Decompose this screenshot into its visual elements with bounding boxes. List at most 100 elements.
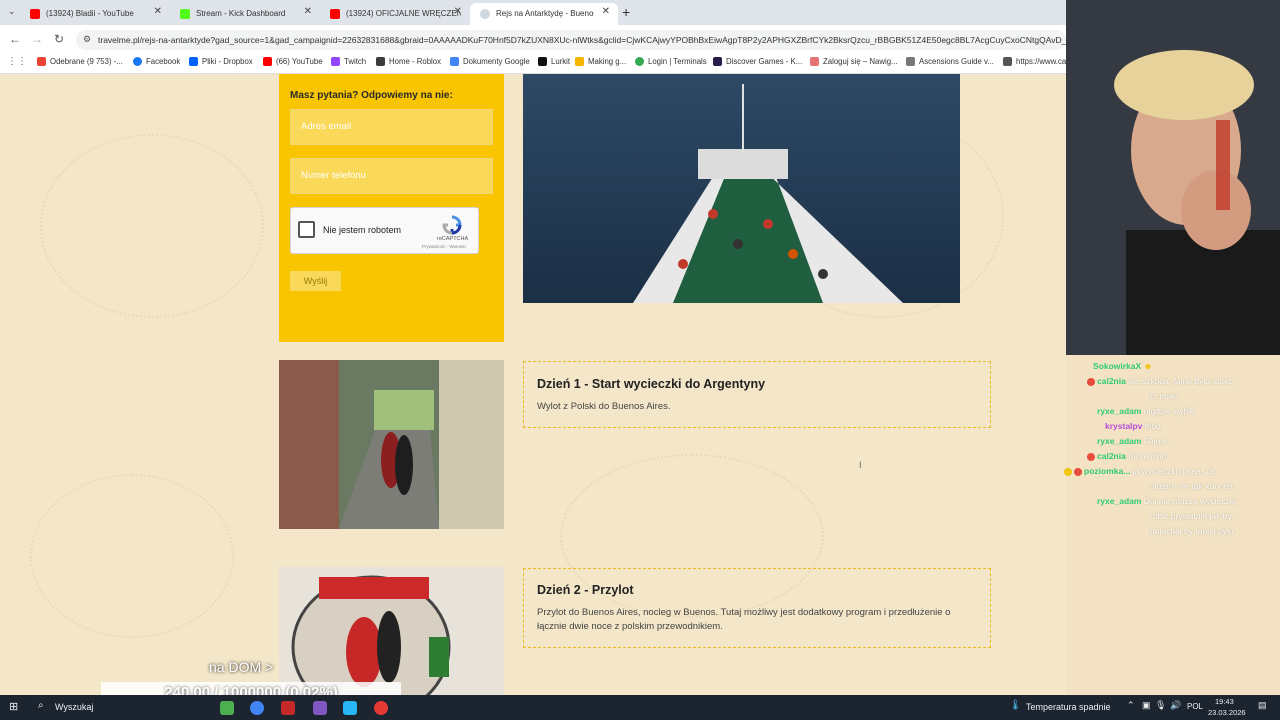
phone-field[interactable]: Numer telefonu	[290, 158, 493, 194]
tab-kick-dashboard[interactable]: Stream - Kick Dashboard ✕	[170, 3, 320, 25]
bookmark-google-docs[interactable]: Dokumenty Google	[450, 57, 530, 66]
tray-icon[interactable]: ▣	[1142, 700, 1151, 711]
bookmark-nawigacja[interactable]: Zaloguj się – Nawig...	[810, 57, 898, 66]
tab-youtube-oficjalne[interactable]: (13924) OFICJALNE WRĘCZENIE ✕	[320, 3, 470, 25]
bookmark-facebook[interactable]: Facebook	[133, 57, 180, 66]
recaptcha-icon	[442, 215, 462, 235]
language-indicator[interactable]: POL	[1187, 702, 1203, 711]
emote-icon: ☻	[1143, 361, 1153, 371]
recaptcha-terms-link[interactable]: Prywatność - Warunki	[422, 244, 466, 249]
chat-message: krystalpv elbo	[1105, 421, 1161, 431]
clock-time[interactable]: 19:43	[1215, 697, 1234, 706]
volume-icon[interactable]: 🔊	[1170, 700, 1181, 711]
docs-icon	[450, 57, 459, 66]
app-icon[interactable]	[313, 701, 327, 715]
tray-chevron-icon[interactable]: ⌃	[1127, 700, 1135, 711]
bookmark-dropbox[interactable]: Pliki - Dropbox	[189, 57, 253, 66]
bookmark-label: Dokumenty Google	[463, 57, 530, 66]
weather-text[interactable]: Temperatura spadnie	[1026, 702, 1111, 712]
chat-message: poziomka... ja wycieczki na są, że	[1064, 466, 1214, 476]
site-settings-icon[interactable]: ⚙	[83, 34, 91, 45]
bookmark-label: Zaloguj się – Nawig...	[823, 57, 898, 66]
bookmark-terminals[interactable]: Login | Terminals	[635, 57, 707, 66]
back-icon[interactable]: ←	[9, 32, 21, 46]
map-decoration	[30, 474, 234, 638]
mosaic-photo	[279, 567, 504, 695]
forward-icon[interactable]: →	[31, 32, 43, 46]
close-icon[interactable]: ✕	[602, 3, 610, 21]
bookmark-making[interactable]: Making g...	[575, 57, 626, 66]
chat-text: pojechał by taniej było	[1150, 526, 1234, 536]
youtube-icon	[263, 57, 272, 66]
roblox-icon	[376, 57, 385, 66]
chat-message: ryxe_adam Dni nie muszą wycieczki	[1097, 496, 1236, 506]
bookmark-roblox[interactable]: Home - Roblox	[376, 57, 441, 66]
youtube-icon	[330, 9, 340, 19]
badge-icon	[1087, 452, 1095, 461]
kick-icon	[180, 9, 190, 19]
bookmark-label: Odebrane (9 753) -...	[50, 57, 123, 66]
reload-icon[interactable]: ↻	[54, 32, 64, 46]
app-icon[interactable]	[343, 701, 357, 715]
facebook-icon	[133, 57, 142, 66]
file-explorer-icon[interactable]	[220, 701, 234, 715]
close-icon[interactable]: ✕	[304, 3, 312, 21]
email-placeholder: Adres email	[301, 121, 352, 132]
chat-text: Dni nie muszą wycieczki	[1143, 496, 1236, 506]
map-decoration	[40, 134, 264, 318]
apps-grid-icon[interactable]: ⋮⋮	[7, 56, 27, 67]
chat-text: robić prywatnie jak by	[1150, 511, 1232, 521]
tab-youtube-bladii[interactable]: (13924) Bladii - YouTube ✕	[20, 3, 170, 25]
bookmark-ascensions[interactable]: Ascensions Guide v...	[906, 57, 994, 66]
badge-icon	[1087, 377, 1095, 386]
send-button[interactable]: Wyślij	[290, 271, 341, 291]
chat-username: cal2nia	[1097, 451, 1126, 461]
clock-date[interactable]: 23.03.2026	[1208, 708, 1246, 717]
search-icon[interactable]: ⌕	[38, 700, 44, 711]
chrome-icon[interactable]	[250, 701, 264, 715]
link-icon	[1003, 57, 1012, 66]
chat-username: SokowirkaX	[1093, 361, 1142, 371]
bookmark-label: https://www.ca...	[1016, 57, 1073, 66]
recaptcha-label: Nie jestem robotem	[323, 225, 402, 235]
obs-icon[interactable]	[374, 701, 388, 715]
bookmark-twitch[interactable]: Twitch	[331, 57, 366, 66]
new-tab-button[interactable]: +	[622, 4, 630, 20]
windows-start-icon[interactable]: ⊞	[9, 700, 18, 713]
taskbar-search[interactable]: Wyszukaj	[55, 702, 93, 712]
kinguin-icon	[713, 57, 722, 66]
bookmark-youtube[interactable]: (66) YouTube	[263, 57, 323, 66]
day-2-text: Przylot do Buenos Aires, nocleg w Buenos…	[537, 607, 951, 632]
youtube-icon	[30, 9, 40, 19]
ship-deck-photo	[523, 74, 960, 303]
lurkit-icon	[538, 57, 547, 66]
tab-rejs-antarktyda[interactable]: Rejs na Antarktydę - Buenos Aires ✕	[470, 3, 618, 25]
chat-username: ryxe_adam	[1097, 406, 1142, 416]
chat-message: to małe	[1150, 391, 1178, 401]
bookmark-label: (66) YouTube	[276, 57, 323, 66]
badge-icon	[1074, 467, 1082, 476]
day-1-text: Wylot z Polski do Buenos Aires.	[537, 401, 671, 412]
chat-username: ryxe_adam	[1097, 496, 1142, 506]
microphone-icon[interactable]: 🎙	[1155, 700, 1166, 711]
notifications-icon[interactable]: ▤	[1258, 700, 1267, 711]
day-1-card	[523, 361, 991, 428]
tab-label: Stream - Kick Dashboard	[196, 9, 286, 18]
recaptcha-checkbox[interactable]	[298, 221, 315, 238]
recaptcha-brand: reCAPTCHA	[437, 236, 469, 242]
app-icon[interactable]	[281, 701, 295, 715]
bookmark-discover-games[interactable]: Discover Games - K...	[713, 57, 802, 66]
chat-text: ja wycieczki na są, że	[1132, 466, 1215, 476]
email-field[interactable]: Adres email	[290, 109, 493, 145]
bookmark-lurkit[interactable]: Lurkit	[538, 57, 570, 66]
close-icon[interactable]: ✕	[154, 3, 162, 21]
phone-placeholder: Numer telefonu	[301, 170, 366, 181]
url-text[interactable]: travelme.pl/rejs-na-antarktyde?gad_sourc…	[98, 35, 1066, 45]
bookmark-link[interactable]: https://www.ca...	[1003, 57, 1073, 66]
tab-list-icon[interactable]: ⌄	[8, 6, 16, 17]
chat-text: nigdzie wybiłi	[1143, 406, 1194, 416]
close-icon[interactable]: ✕	[454, 3, 462, 21]
form-title: Masz pytania? Odpowiemy na nie:	[290, 90, 453, 101]
bookmark-gmail[interactable]: Odebrane (9 753) -...	[37, 57, 123, 66]
tango-street-photo	[279, 360, 504, 529]
